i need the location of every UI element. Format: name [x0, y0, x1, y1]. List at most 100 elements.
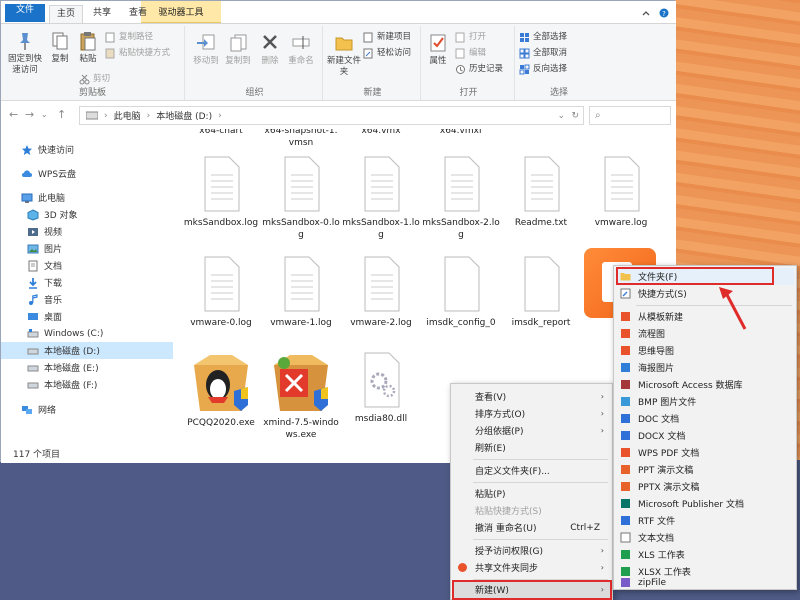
submenu-item-mindmap[interactable]: 思维导图 [616, 342, 794, 359]
address-dropdown-icon[interactable]: ⌄ [557, 111, 565, 121]
submenu-item-from-template[interactable]: 从模板新建 [616, 308, 794, 325]
menu-shortcut: Ctrl+Z [570, 522, 600, 533]
sidebar-item-drive-f[interactable]: 本地磁盘 (F:) [27, 376, 97, 393]
submenu-item-publisher[interactable]: Microsoft Publisher 文档 [616, 495, 794, 512]
copy-button[interactable]: 复制 [47, 30, 73, 65]
sidebar-item-this-pc[interactable]: 此电脑 [21, 189, 65, 206]
refresh-icon[interactable]: ↻ [571, 111, 579, 121]
search-input[interactable]: ⌕ [589, 106, 671, 125]
sidebar-item-wps-cloud[interactable]: WPS云盘 [21, 165, 76, 182]
menu-item-undo[interactable]: 撤消 重命名(U) Ctrl+Z [453, 519, 610, 536]
submenu-item-shortcut[interactable]: 快捷方式(S) [616, 285, 794, 302]
pptx-icon [621, 482, 630, 491]
edit-button[interactable]: 编辑 [455, 48, 486, 59]
submenu-item-poster[interactable]: 海报图片 [616, 359, 794, 376]
file-item[interactable]: vmware.log [582, 155, 660, 229]
file-item[interactable]: x64-snapshot-1.vmsn [262, 129, 340, 149]
file-item[interactable]: vmware-0.log [182, 255, 260, 329]
recent-dropdown-icon[interactable]: ⌄ [41, 109, 48, 121]
menu-item-share-sync[interactable]: 共享文件夹同步 › [453, 559, 610, 576]
file-item[interactable]: xmind-7.5-windows.exe [262, 351, 340, 441]
submenu-item-bmp[interactable]: BMP 图片文件 [616, 393, 794, 410]
open-button[interactable]: 打开 [455, 32, 486, 43]
tab-view[interactable]: 查看 [121, 5, 155, 23]
sidebar-item-drive-e[interactable]: 本地磁盘 (E:) [27, 359, 99, 376]
file-item[interactable]: vmware-2.log [342, 255, 420, 329]
help-icon[interactable]: ? [659, 8, 669, 18]
easy-access-button[interactable]: 轻松访问 [363, 48, 411, 59]
delete-button[interactable]: 删除 [257, 32, 283, 67]
sidebar-item-quick-access[interactable]: 快速访问 [21, 141, 74, 158]
submenu-item-access[interactable]: Microsoft Access 数据库 [616, 376, 794, 393]
sidebar-item-downloads[interactable]: 下载 [27, 274, 62, 291]
new-folder-button[interactable]: 新建文件夹 [327, 32, 361, 78]
sidebar-item-documents[interactable]: 文档 [27, 257, 62, 274]
submenu-item-docx[interactable]: DOCX 文档 [616, 427, 794, 444]
breadcrumb-drive-d[interactable]: 本地磁盘 (D:) [156, 109, 212, 122]
select-none-button[interactable]: 全部取消 [519, 48, 567, 59]
paste-shortcut-button[interactable]: 粘贴快捷方式 [105, 48, 170, 59]
new-item-label: 新建项目 [377, 32, 412, 42]
tab-share[interactable]: 共享 [85, 5, 119, 23]
file-item[interactable]: msdia80.dll [342, 351, 420, 425]
tab-file[interactable]: 文件 [5, 4, 45, 22]
file-item[interactable]: vmware-1.log [262, 255, 340, 329]
file-item[interactable]: imsdk_report [502, 255, 580, 329]
submenu-item-doc[interactable]: DOC 文档 [616, 410, 794, 427]
submenu-item-pptx[interactable]: PPTX 演示文稿 [616, 478, 794, 495]
rename-button[interactable]: 重命名 [285, 32, 317, 67]
new-item-button[interactable]: 新建项目 [363, 32, 411, 43]
up-arrow-icon[interactable]: ↑ [57, 109, 66, 121]
menu-item-refresh[interactable]: 刷新(E) [453, 439, 610, 456]
sidebar-item-pictures[interactable]: 图片 [27, 240, 62, 257]
copy-to-button[interactable]: 复制到 [223, 32, 253, 67]
menu-item-customize[interactable]: 自定义文件夹(F)... [453, 462, 610, 479]
file-item[interactable]: mksSandbox-1.log [342, 155, 420, 241]
file-item[interactable]: x64-chart [182, 129, 260, 137]
file-item[interactable]: x64.vmx [342, 129, 420, 137]
file-item[interactable]: mksSandbox-0.log [262, 155, 340, 241]
menu-item-sort[interactable]: 排序方式(O) › [453, 405, 610, 422]
file-item[interactable]: mksSandbox.log [182, 155, 260, 229]
sidebar-item-desktop[interactable]: 桌面 [27, 308, 62, 325]
history-button[interactable]: 历史记录 [455, 64, 503, 75]
submenu-arrow-icon: › [600, 392, 604, 401]
cut-button[interactable]: 剪切 [79, 74, 110, 85]
file-item[interactable]: Readme.txt [502, 155, 580, 229]
menu-item-group[interactable]: 分组依据(P) › [453, 422, 610, 439]
menu-item-view[interactable]: 查看(V) › [453, 388, 610, 405]
submenu-item-wps-pdf[interactable]: WPS PDF 文档 [616, 444, 794, 461]
copy-path-button[interactable]: 复制路径 [105, 32, 153, 43]
sidebar-item-videos[interactable]: 视频 [27, 223, 62, 240]
submenu-item-rtf[interactable]: RTF 文件 [616, 512, 794, 529]
file-item[interactable]: x64.vmxf [422, 129, 500, 137]
address-bar[interactable]: › 此电脑 › 本地磁盘 (D:) › ⌄ ↻ [79, 106, 584, 125]
file-item[interactable]: imsdk_config_0 [422, 255, 500, 329]
paste-button[interactable]: 粘贴 [75, 30, 101, 65]
file-item[interactable]: PCQQ2020.exe [182, 351, 260, 429]
pin-quick-access-button[interactable]: 固定到快速访问 [5, 30, 45, 76]
breadcrumb-this-pc[interactable]: 此电脑 [114, 109, 141, 122]
properties-button[interactable]: 属性 [425, 32, 451, 67]
sidebar-item-3d-objects[interactable]: 3D 对象 [27, 206, 78, 223]
submenu-item-xls[interactable]: XLS 工作表 [616, 546, 794, 563]
sidebar-item-music[interactable]: 音乐 [27, 291, 62, 308]
move-to-button[interactable]: 移动到 [191, 32, 221, 67]
file-item[interactable]: mksSandbox-2.log [422, 155, 500, 241]
sidebar-item-drive-c[interactable]: Windows (C:) [27, 325, 103, 342]
submenu-item-zip[interactable]: zipFile [616, 574, 794, 591]
sidebar-item-drive-d[interactable]: 本地磁盘 (D:) [1, 342, 173, 359]
sidebar-item-network[interactable]: 网络 [21, 401, 56, 418]
menu-item-paste-shortcut[interactable]: 粘贴快捷方式(S) [453, 502, 610, 519]
invert-selection-button[interactable]: 反向选择 [519, 64, 567, 75]
submenu-item-ppt[interactable]: PPT 演示文稿 [616, 461, 794, 478]
menu-item-grant-access[interactable]: 授予访问权限(G) › [453, 542, 610, 559]
submenu-item-txt[interactable]: 文本文档 [616, 529, 794, 546]
submenu-item-flowchart[interactable]: 流程图 [616, 325, 794, 342]
back-arrow-icon[interactable]: ← [9, 109, 18, 121]
chevron-up-icon[interactable] [641, 8, 651, 18]
select-all-button[interactable]: 全部选择 [519, 32, 567, 43]
forward-arrow-icon[interactable]: → [25, 109, 34, 121]
menu-item-paste[interactable]: 粘贴(P) [453, 485, 610, 502]
tab-home[interactable]: 主页 [49, 5, 83, 23]
